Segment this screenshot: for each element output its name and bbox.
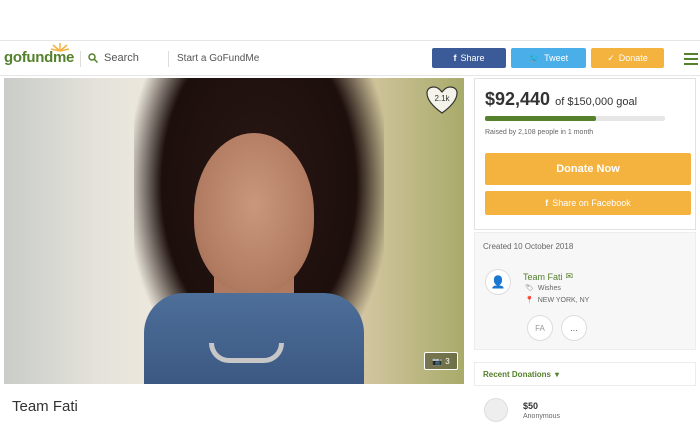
progress-fill — [485, 116, 596, 121]
category-row: 🏷 Wishes — [525, 284, 561, 293]
donate-now-button[interactable]: Donate Now — [485, 153, 691, 185]
share-facebook-label: Share on Facebook — [552, 198, 631, 208]
facebook-icon: f — [453, 53, 457, 63]
facebook-icon: f — [545, 198, 549, 208]
donor-avatar — [484, 398, 508, 422]
donate-button[interactable]: ✓ Donate — [591, 48, 664, 68]
raised-by-text: Raised by 2,108 people in 1 month — [485, 129, 594, 136]
like-count: 2.1k — [434, 94, 450, 103]
recent-donations-header[interactable]: Recent Donations ▾ — [474, 362, 696, 386]
raised-value: $92,440 — [485, 89, 551, 109]
organizer-panel: Created 10 October 2018 👤 Team Fati ✉ 🏷 … — [474, 232, 696, 350]
organizer-name: Team Fati — [523, 271, 563, 282]
goal-text: of $150,000 goal — [555, 96, 638, 108]
twitter-icon: 🐦 — [528, 52, 541, 63]
amount-raised: $92,440 of $150,000 goal — [485, 89, 637, 110]
donation-panel: $92,440 of $150,000 goal Raised by 2,108… — [474, 78, 696, 230]
progress-bar — [485, 116, 665, 121]
share-on-facebook-button[interactable]: f Share on Facebook — [485, 191, 691, 215]
recent-title-text: Recent Donations — [483, 370, 552, 379]
photo-count: 3 — [445, 356, 450, 366]
search-icon — [88, 53, 98, 63]
check-icon: ✓ — [607, 52, 615, 63]
face-shape — [194, 133, 314, 293]
top-navigation: gofundme Search Start a GoFundMe f Share… — [0, 40, 700, 76]
tweet-button[interactable]: 🐦 Tweet — [511, 48, 586, 68]
campaign-title: Team Fati — [12, 398, 78, 415]
start-gofundme-link[interactable]: Start a GoFundMe — [177, 53, 259, 64]
donate-label: Donate — [618, 53, 648, 63]
share-button[interactable]: f Share — [432, 48, 506, 68]
sun-logo-icon — [50, 43, 70, 52]
recent-donations-title: Recent Donations ▾ — [483, 370, 559, 379]
menu-icon[interactable] — [684, 53, 698, 65]
photo-gallery-button[interactable]: 📷 3 — [424, 352, 458, 370]
divider — [80, 51, 81, 67]
created-date: Created 10 October 2018 — [483, 242, 574, 251]
mail-icon: ✉ — [565, 271, 574, 281]
share-label: Share — [460, 53, 485, 63]
tweet-label: Tweet — [544, 53, 569, 63]
more-options-button[interactable]: ... — [561, 315, 587, 341]
location-row: 📍 NEW YORK, NY — [525, 296, 590, 305]
location-text: NEW YORK, NY — [537, 296, 590, 304]
shirt-shape — [144, 293, 364, 384]
location-pin-icon: 📍 — [525, 297, 534, 304]
divider — [168, 51, 169, 67]
caret-down-icon: ▾ — [555, 370, 560, 379]
necklace-shape — [209, 343, 284, 363]
organizer-name-link[interactable]: Team Fati ✉ — [523, 271, 573, 282]
donor-name: Anonymous — [523, 413, 560, 420]
search-label: Search — [104, 52, 139, 64]
gofundme-logo[interactable]: gofundme — [4, 43, 74, 66]
category-text: Wishes — [537, 284, 561, 292]
organizer-initials-avatar[interactable]: FA — [527, 315, 553, 341]
search-button[interactable]: Search — [88, 52, 139, 64]
donation-amount: $50 — [523, 401, 539, 411]
camera-icon: 📷 — [432, 356, 443, 366]
campaign-photo: 2.1k 📷 3 — [4, 78, 464, 384]
user-icon: 👤 — [490, 275, 506, 289]
tag-icon: 🏷 — [525, 285, 534, 292]
organizer-avatar[interactable]: 👤 — [485, 269, 511, 295]
